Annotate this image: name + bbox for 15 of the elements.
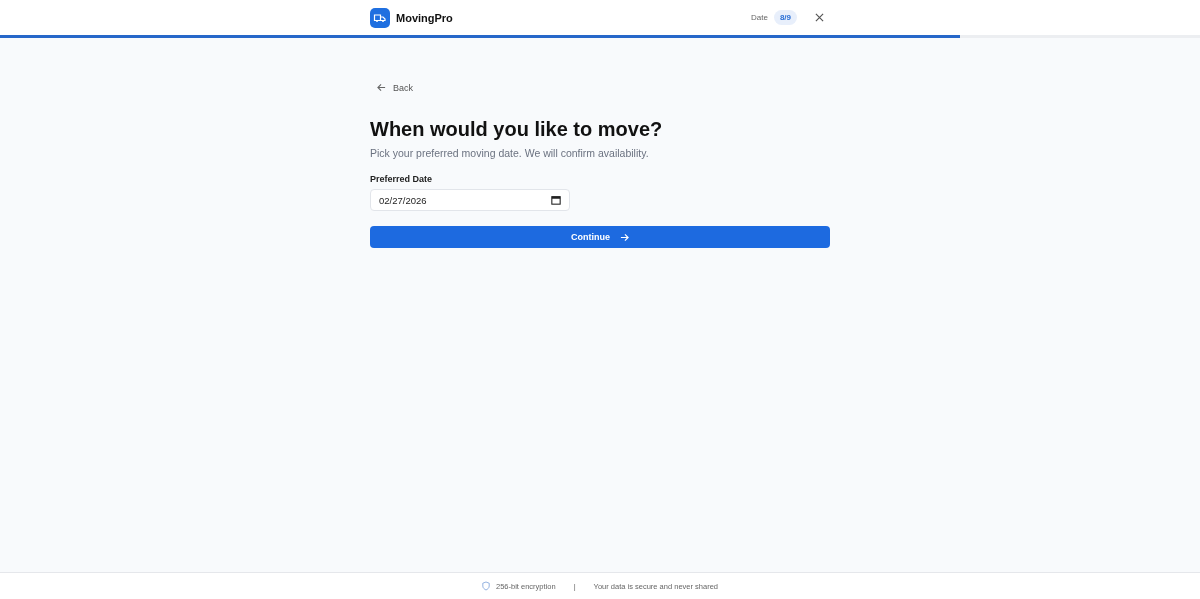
date-field[interactable]: 02/27/2026 — [370, 189, 570, 211]
calendar-icon[interactable] — [551, 195, 561, 205]
shield-icon — [482, 581, 490, 591]
step-count: 8/9 — [773, 10, 797, 25]
brand-name: MovingPro — [396, 11, 453, 24]
continue-button[interactable]: Continue — [370, 226, 830, 248]
back-link[interactable]: Back — [377, 82, 413, 93]
truck-logo-icon — [370, 7, 390, 28]
arrow-right-icon — [620, 232, 629, 242]
arrow-left-icon — [377, 83, 386, 92]
page-subtitle: Pick your preferred moving date. We will confirm availability. — [370, 147, 650, 159]
close-icon[interactable] — [815, 13, 824, 22]
page-title: When would you like to move? — [370, 118, 664, 141]
field-label: Preferred Date — [370, 174, 434, 184]
step-label: Date — [750, 13, 768, 22]
